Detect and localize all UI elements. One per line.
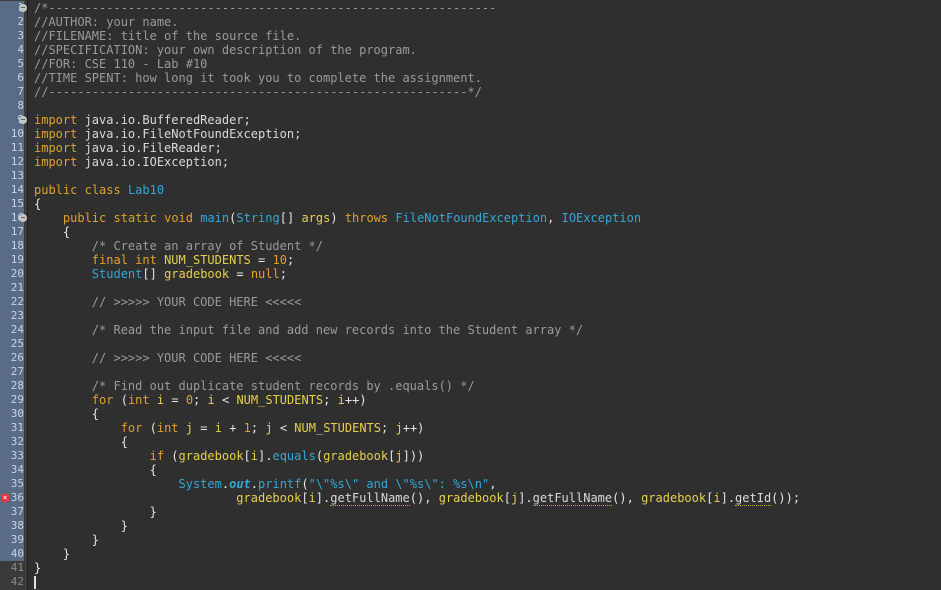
code-line[interactable]: for (int i = 0; i < NUM_STUDENTS; i++) (34, 393, 367, 407)
code-line[interactable]: } (34, 519, 128, 533)
line-number: 14 (0, 183, 24, 197)
code-line[interactable]: /*--------------------------------------… (34, 1, 496, 15)
code-line[interactable]: // >>>>> YOUR CODE HERE <<<<< (34, 295, 302, 309)
code-line[interactable]: gradebook[i].getFullName(), gradebook[j]… (34, 491, 800, 506)
code-line[interactable]: { (34, 435, 128, 449)
code-line[interactable]: import java.io.FileNotFoundException; (34, 127, 301, 141)
line-number-gutter: 1−23456789−10111213141516−17181920212223… (0, 0, 28, 590)
line-number: 30 (0, 407, 24, 421)
line-number: 22 (0, 295, 24, 309)
code-line[interactable]: } (34, 561, 41, 575)
line-number: 13 (0, 169, 24, 183)
line-number: 12 (0, 155, 24, 169)
line-number: 19 (0, 253, 24, 267)
text-cursor (34, 576, 36, 589)
line-number: 31 (0, 421, 24, 435)
line-number: 8 (0, 99, 24, 113)
line-number: 24 (0, 323, 24, 337)
fold-toggle-icon[interactable]: − (19, 116, 27, 124)
line-number: 28 (0, 379, 24, 393)
code-line[interactable]: public class Lab10 (34, 183, 164, 197)
line-number: 7 (0, 85, 24, 99)
line-number: 6 (0, 71, 24, 85)
code-line[interactable]: import java.io.BufferedReader; (34, 113, 251, 127)
code-line[interactable]: import java.io.IOException; (34, 155, 229, 169)
line-number: 4 (0, 43, 24, 57)
code-line[interactable]: //TIME SPENT: how long it took you to co… (34, 71, 482, 85)
line-number: 11 (0, 141, 24, 155)
code-line[interactable]: //--------------------------------------… (34, 85, 482, 99)
code-line[interactable]: //SPECIFICATION: your own description of… (34, 43, 417, 57)
line-number: 20 (0, 267, 24, 281)
code-line[interactable]: //AUTHOR: your name. (34, 15, 179, 29)
line-number: 27 (0, 365, 24, 379)
code-line[interactable]: /* Create an array of Student */ (34, 239, 323, 253)
code-line[interactable]: { (34, 407, 99, 421)
code-line[interactable]: { (34, 225, 70, 239)
code-line[interactable]: /* Read the input file and add new recor… (34, 323, 583, 337)
code-line[interactable]: /* Find out duplicate student records by… (34, 379, 475, 393)
line-number: 34 (0, 463, 24, 477)
line-number: 42 (10, 575, 24, 588)
line-number: 40 (0, 547, 24, 561)
line-number: 32 (0, 435, 24, 449)
line-number: 39 (0, 533, 24, 547)
line-number: 5 (0, 57, 24, 71)
code-line[interactable]: System.out.printf("\"%s\" and \"%s\": %s… (34, 477, 497, 491)
code-line[interactable]: } (34, 547, 70, 561)
code-line[interactable]: for (int j = i + 1; j < NUM_STUDENTS; j+… (34, 421, 425, 435)
code-line[interactable]: Student[] gradebook = null; (34, 267, 287, 281)
error-marker-icon[interactable]: × (1, 494, 9, 502)
line-number: 26 (0, 351, 24, 365)
code-line[interactable]: //FILENAME: title of the source file. (34, 29, 301, 43)
line-number: 37 (0, 505, 24, 519)
code-editor[interactable]: 1−23456789−10111213141516−17181920212223… (0, 0, 941, 590)
line-number: 15 (0, 197, 24, 211)
line-number: 35 (0, 477, 24, 491)
line-number: 33 (0, 449, 24, 463)
code-line[interactable]: final int NUM_STUDENTS = 10; (34, 253, 294, 267)
line-number: 23 (0, 309, 24, 323)
line-number: 2 (0, 15, 24, 29)
fold-toggle-icon[interactable]: − (19, 4, 27, 12)
code-line[interactable]: public static void main(String[] args) t… (34, 211, 641, 225)
line-number: 10 (0, 127, 24, 141)
line-number: 3 (0, 29, 24, 43)
fold-toggle-icon[interactable]: − (19, 214, 27, 222)
line-number: 38 (0, 519, 24, 533)
line-number: 25 (0, 337, 24, 351)
code-line[interactable]: import java.io.FileReader; (34, 141, 222, 155)
line-number: 21 (0, 281, 24, 295)
line-number: 17 (0, 225, 24, 239)
line-number: 41 (10, 561, 24, 574)
code-line[interactable]: //FOR: CSE 110 - Lab #10 (34, 57, 207, 71)
line-number: 18 (0, 239, 24, 253)
line-number: 29 (0, 393, 24, 407)
code-line[interactable]: if (gradebook[i].equals(gradebook[j])) (34, 449, 425, 463)
code-line[interactable]: { (34, 463, 157, 477)
code-line[interactable]: } (34, 533, 99, 547)
code-line[interactable]: } (34, 505, 157, 519)
code-line[interactable]: // >>>>> YOUR CODE HERE <<<<< (34, 351, 302, 365)
code-line[interactable]: { (34, 197, 41, 211)
